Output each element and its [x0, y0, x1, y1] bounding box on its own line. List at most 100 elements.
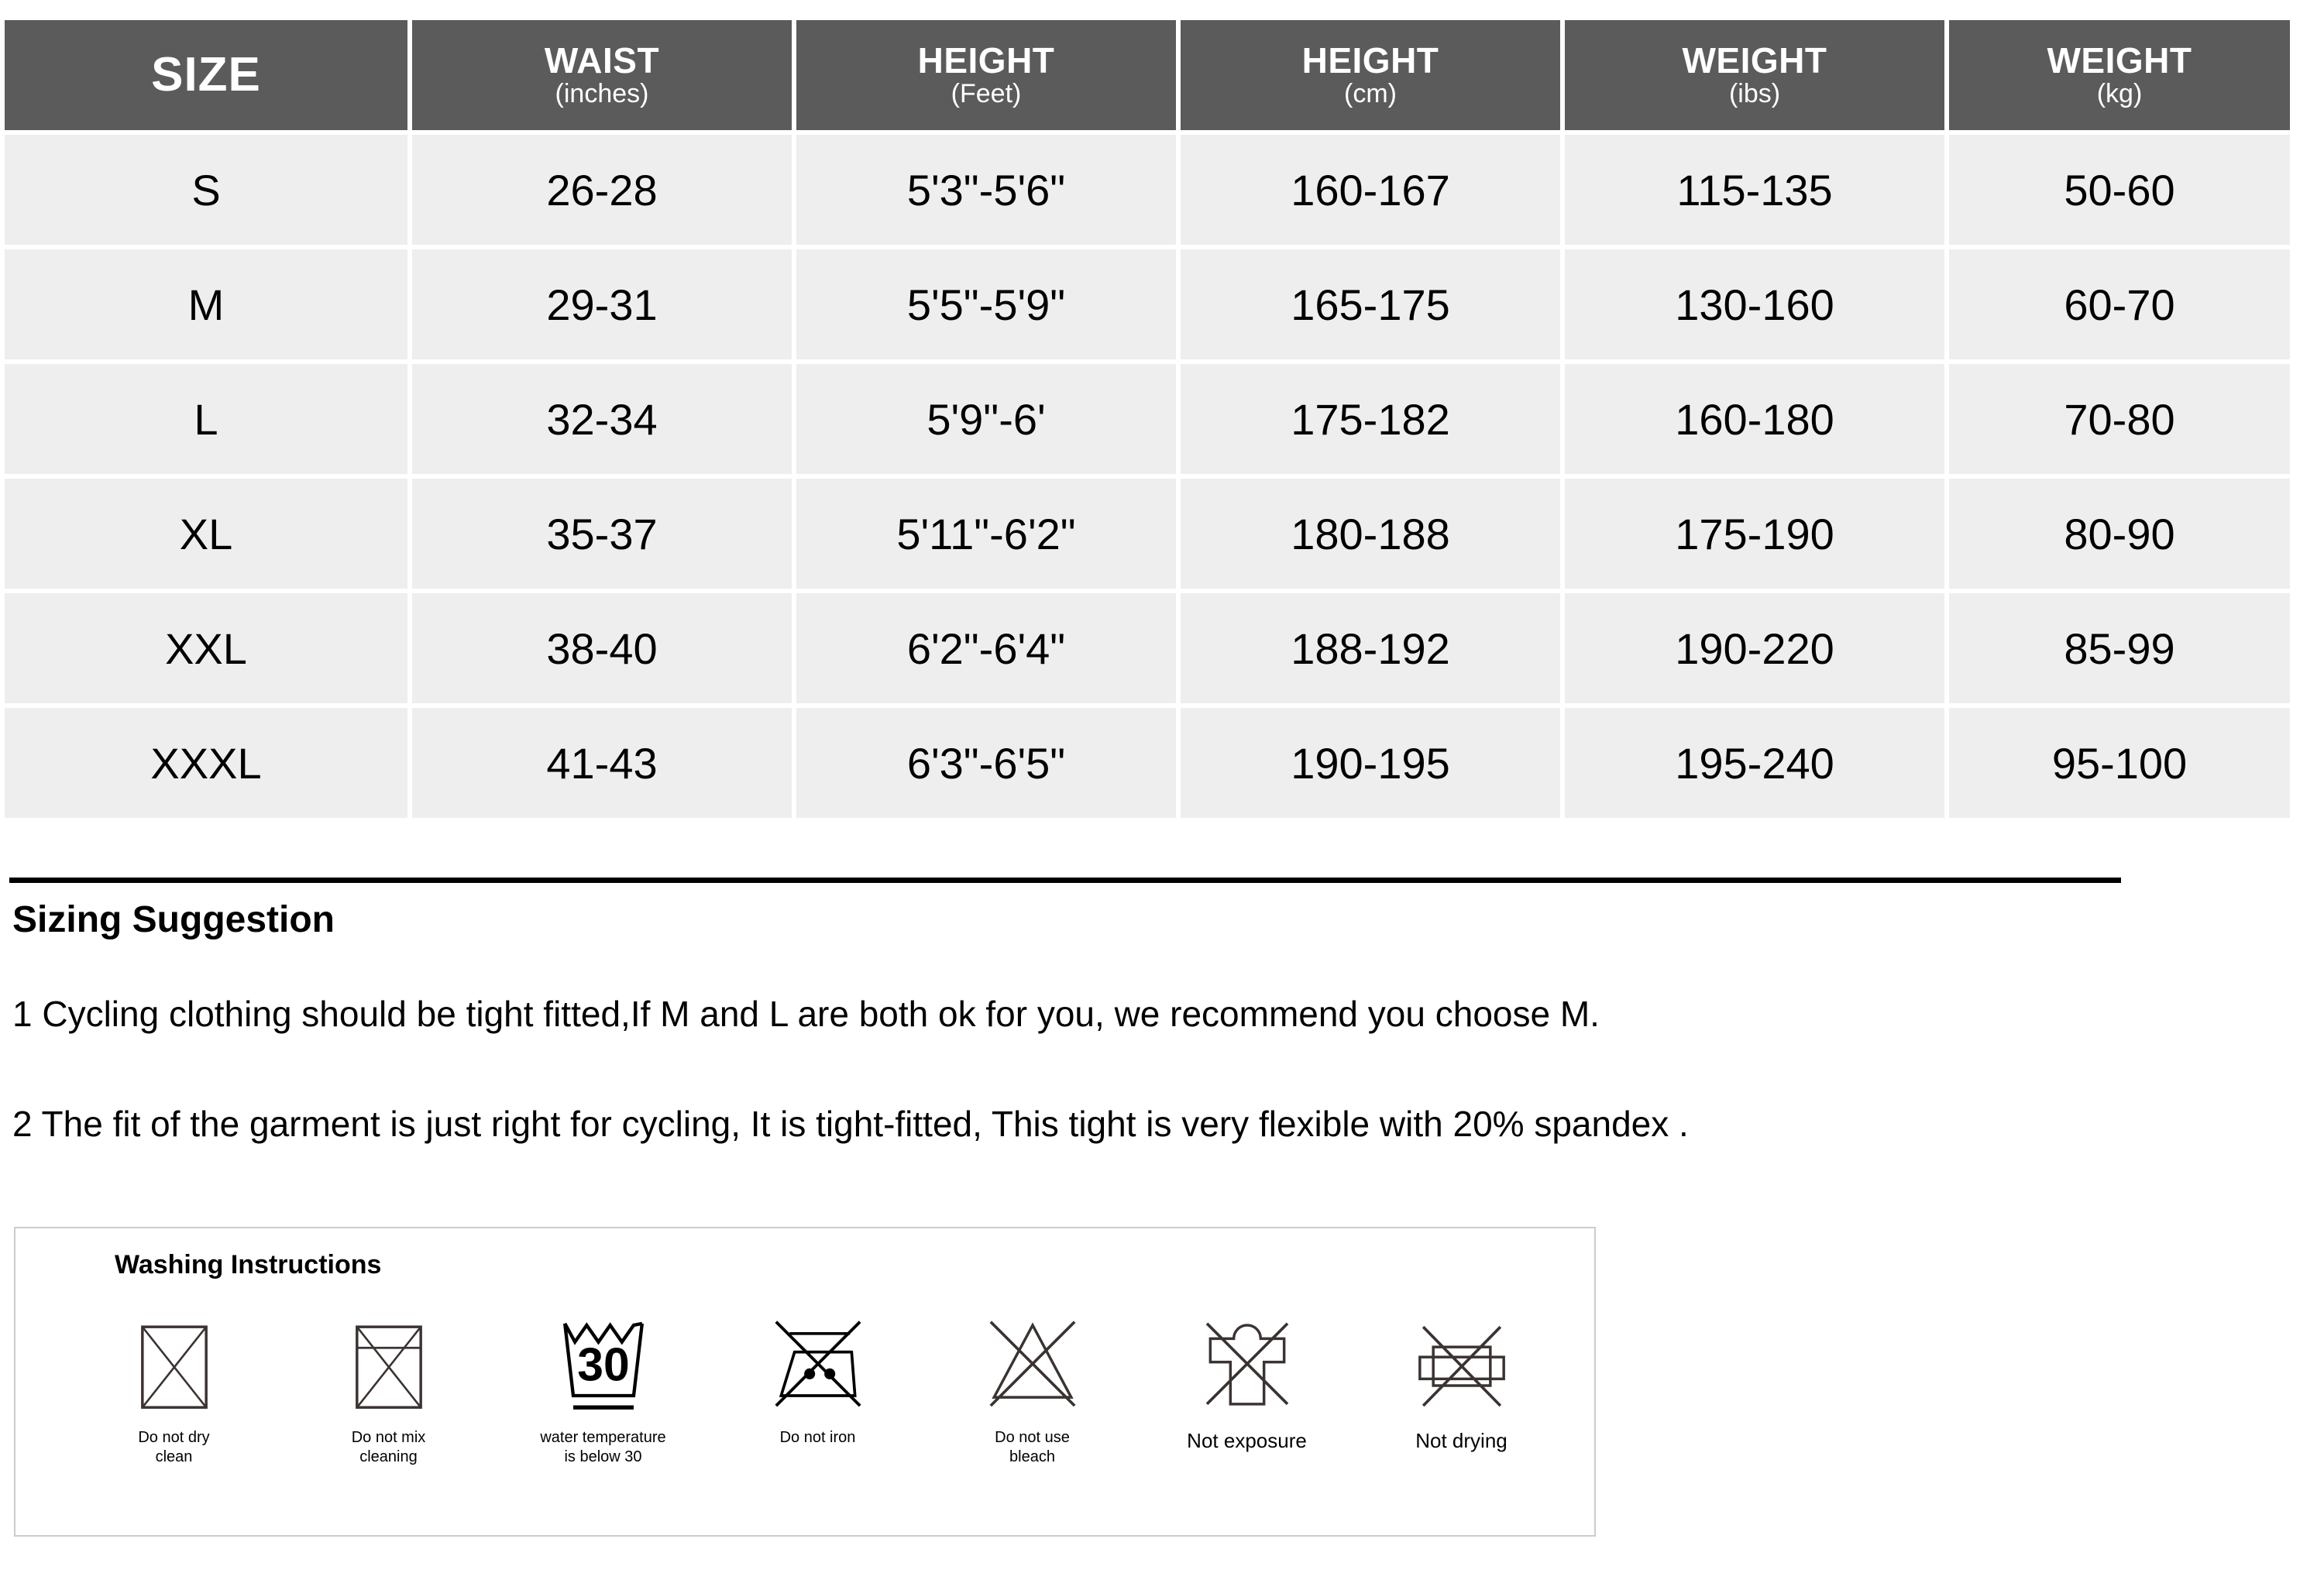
washing-item-water-temperature: 30 water temperature is below 30	[496, 1315, 710, 1467]
sizing-suggestion-heading: Sizing Suggestion	[12, 899, 335, 940]
cell-weight-lb: 115-135	[1565, 135, 1944, 245]
section-divider	[9, 878, 2121, 883]
column-header-weight-kg: WEIGHT (kg)	[1949, 20, 2290, 130]
column-header-weight-kg-main: WEIGHT	[2047, 40, 2192, 81]
cell-height-ft: 5'3"-5'6"	[796, 135, 1176, 245]
cell-waist-in: 32-34	[412, 364, 792, 474]
column-header-waist-unit: (inches)	[555, 79, 649, 109]
table-row: XL 35-37 5'11"-6'2" 180-188 175-190 80-9…	[5, 479, 2290, 589]
cell-height-ft: 6'3"-6'5"	[796, 708, 1176, 818]
washing-item-no-bleach: Do not use bleach	[925, 1315, 1140, 1467]
no-mix-cleaning-icon	[355, 1325, 422, 1409]
no-iron-icon	[774, 1321, 861, 1407]
washing-item-label-line1: Do not mix	[351, 1429, 426, 1446]
washing-item-label-line2: is below 30	[564, 1448, 642, 1465]
table-row: S 26-28 5'3"-5'6" 160-167 115-135 50-60	[5, 135, 2290, 245]
washing-item-label: Not exposure	[1187, 1428, 1307, 1454]
size-chart-table-container: SIZE WAIST (inches) HEIGHT (Feet) HEIGHT…	[0, 15, 2290, 823]
washing-item-label: Do not mix cleaning	[352, 1428, 426, 1467]
column-header-size: SIZE	[5, 20, 407, 130]
cell-waist-in: 29-31	[412, 249, 792, 359]
cell-weight-lb: 130-160	[1565, 249, 1944, 359]
column-header-height-ft-main: HEIGHT	[917, 40, 1055, 81]
table-row: M 29-31 5'5"-5'9" 165-175 130-160 60-70	[5, 249, 2290, 359]
column-header-size-main: SIZE	[151, 48, 261, 102]
washing-item-no-iron: Do not iron	[710, 1315, 925, 1448]
no-sun-exposure-icon	[1205, 1322, 1288, 1406]
washing-item-no-sun-exposure: Not exposure	[1140, 1315, 1354, 1454]
washing-item-label-line1: Do not use	[995, 1429, 1070, 1446]
column-header-height-cm-main: HEIGHT	[1301, 40, 1439, 81]
cell-height-cm: 190-195	[1181, 708, 1560, 818]
column-header-height-ft-unit: (Feet)	[951, 79, 1022, 109]
washing-instructions-title: Washing Instructions	[115, 1250, 382, 1279]
cell-size: XL	[5, 479, 407, 589]
cell-height-cm: 175-182	[1181, 364, 1560, 474]
washing-item-no-mix-cleaning: Do not mix cleaning	[281, 1315, 496, 1467]
cell-height-cm: 188-192	[1181, 593, 1560, 703]
washing-item-label-line1: Do not iron	[779, 1429, 856, 1446]
cell-height-cm: 180-188	[1181, 479, 1560, 589]
column-header-waist-main: WAIST	[544, 40, 660, 81]
table-header-row: SIZE WAIST (inches) HEIGHT (Feet) HEIGHT…	[5, 20, 2290, 130]
cell-size: XXL	[5, 593, 407, 703]
cell-height-ft: 5'5"-5'9"	[796, 249, 1176, 359]
cell-weight-kg: 60-70	[1949, 249, 2290, 359]
cell-weight-kg: 80-90	[1949, 479, 2290, 589]
no-bleach-icon	[989, 1321, 1075, 1407]
washing-item-label-line2: clean	[155, 1448, 193, 1465]
washing-item-label-line2: cleaning	[359, 1448, 418, 1465]
wash-tub-30-icon: 30	[562, 1321, 644, 1410]
column-header-height-feet: HEIGHT (Feet)	[796, 20, 1176, 130]
washing-item-label-line2: bleach	[1009, 1448, 1055, 1465]
washing-item-label-line1: water temperature	[540, 1429, 666, 1446]
cell-height-cm: 165-175	[1181, 249, 1560, 359]
column-header-weight-lb-unit: (ibs)	[1728, 79, 1781, 109]
cell-waist-in: 38-40	[412, 593, 792, 703]
cell-waist-in: 26-28	[412, 135, 792, 245]
cell-size: XXXL	[5, 708, 407, 818]
cell-height-cm: 160-167	[1181, 135, 1560, 245]
washing-item-no-dry-clean: Do not dry clean	[67, 1315, 281, 1467]
cell-size: S	[5, 135, 407, 245]
cell-waist-in: 35-37	[412, 479, 792, 589]
table-row: XXXL 41-43 6'3"-6'5" 190-195 195-240 95-…	[5, 708, 2290, 818]
washing-item-label: Do not dry clean	[138, 1428, 209, 1467]
cell-height-ft: 5'9"-6'	[796, 364, 1176, 474]
washing-item-no-tumble-dry: Not drying	[1354, 1315, 1569, 1454]
cell-size: L	[5, 364, 407, 474]
cell-weight-kg: 95-100	[1949, 708, 2290, 818]
cell-height-ft: 6'2"-6'4"	[796, 593, 1176, 703]
washing-instructions-icon-row: Do not dry clean Do not mix cleaning 30	[67, 1315, 1569, 1467]
cell-weight-kg: 50-60	[1949, 135, 2290, 245]
cell-height-ft: 5'11"-6'2"	[796, 479, 1176, 589]
washing-item-label: water temperature is below 30	[540, 1428, 665, 1467]
column-header-weight-lb-main: WEIGHT	[1682, 40, 1827, 81]
column-header-weight-lbs: WEIGHT (ibs)	[1565, 20, 1944, 130]
sizing-suggestion-item-1: 1 Cycling clothing should be tight fitte…	[12, 994, 1600, 1034]
table-row: L 32-34 5'9"-6' 175-182 160-180 70-80	[5, 364, 2290, 474]
column-header-height-cm-unit: (cm)	[1344, 79, 1397, 109]
cell-weight-lb: 160-180	[1565, 364, 1944, 474]
washing-item-label: Not drying	[1415, 1428, 1508, 1454]
cell-weight-lb: 175-190	[1565, 479, 1944, 589]
no-dry-clean-icon	[140, 1325, 208, 1409]
column-header-weight-kg-unit: (kg)	[2096, 79, 2143, 109]
washing-item-label-line1: Do not dry	[138, 1429, 210, 1446]
washing-item-label-line1: Not exposure	[1187, 1429, 1307, 1452]
cell-weight-lb: 190-220	[1565, 593, 1944, 703]
cell-weight-kg: 70-80	[1949, 364, 2290, 474]
cell-weight-lb: 195-240	[1565, 708, 1944, 818]
column-header-height-cm: HEIGHT (cm)	[1181, 20, 1560, 130]
table-row: XXL 38-40 6'2"-6'4" 188-192 190-220 85-9…	[5, 593, 2290, 703]
wash-temperature-value: 30	[577, 1338, 629, 1391]
cell-weight-kg: 85-99	[1949, 593, 2290, 703]
size-chart-table: SIZE WAIST (inches) HEIGHT (Feet) HEIGHT…	[0, 15, 2295, 823]
cell-size: M	[5, 249, 407, 359]
cell-waist-in: 41-43	[412, 708, 792, 818]
table-body: S 26-28 5'3"-5'6" 160-167 115-135 50-60 …	[5, 135, 2290, 818]
washing-item-label: Do not iron	[780, 1428, 856, 1448]
table-header: SIZE WAIST (inches) HEIGHT (Feet) HEIGHT…	[5, 20, 2290, 130]
washing-item-label-line1: Not drying	[1415, 1429, 1508, 1452]
sizing-suggestion-item-2: 2 The fit of the garment is just right f…	[12, 1104, 1689, 1144]
